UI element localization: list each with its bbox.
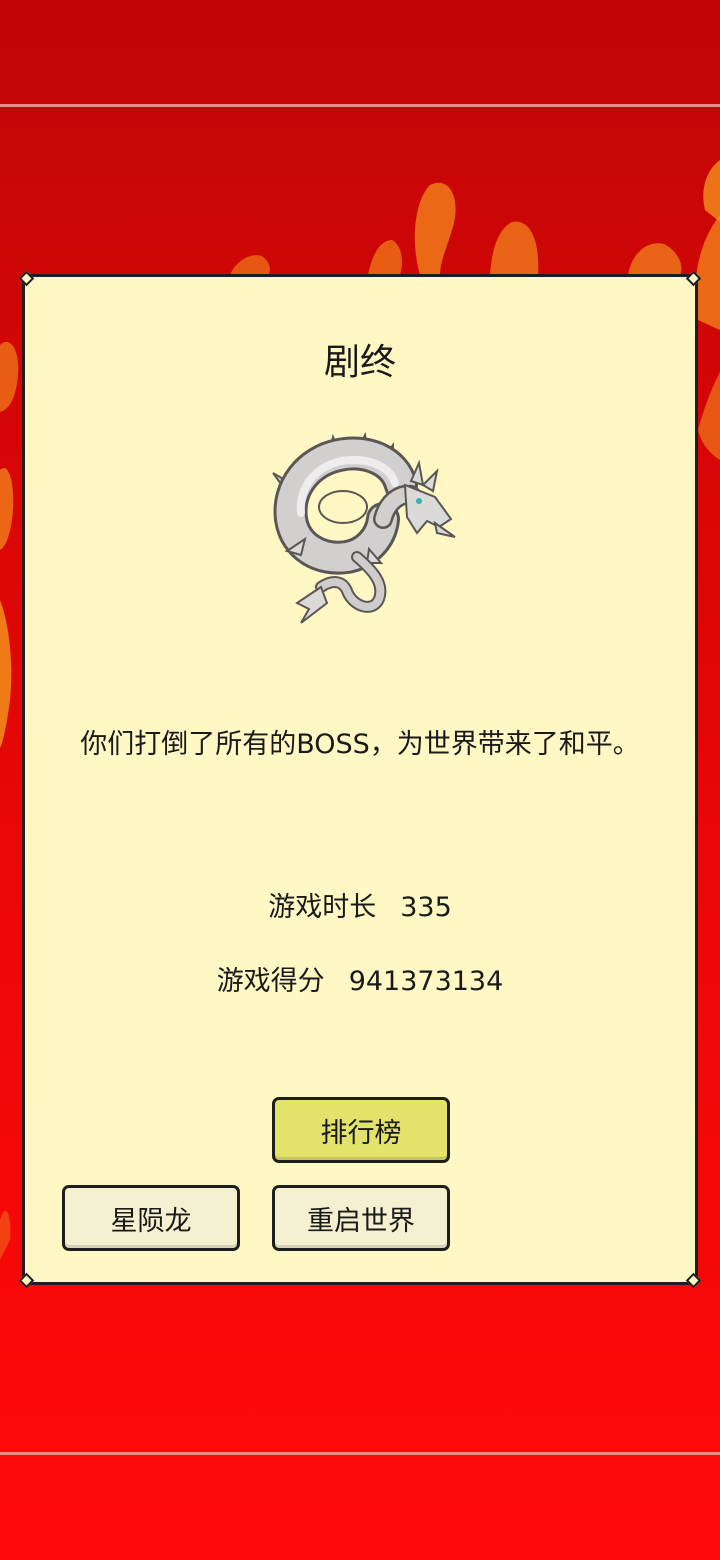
flame-shape bbox=[230, 255, 270, 275]
score-label: 游戏得分 bbox=[216, 966, 325, 997]
dragon-button[interactable]: 星陨龙 bbox=[62, 1185, 240, 1251]
flame-shape bbox=[0, 1210, 11, 1260]
game-screen: 剧终 你们打倒了所有的BOSS，为世界带来了和平。 游戏时长 335 游戏得分 … bbox=[0, 0, 720, 1560]
score-stat: 游戏得分 941373134 bbox=[25, 959, 695, 998]
flame-shape bbox=[0, 468, 14, 550]
play-time-stat: 游戏时长 335 bbox=[25, 885, 695, 924]
leaderboard-button[interactable]: 排行榜 bbox=[272, 1097, 450, 1163]
play-time-value: 335 bbox=[400, 892, 452, 923]
play-time-label: 游戏时长 bbox=[268, 892, 377, 923]
score-value: 941373134 bbox=[348, 966, 504, 997]
game-over-dialog: 剧终 你们打倒了所有的BOSS，为世界带来了和平。 游戏时长 335 游戏得分 … bbox=[18, 270, 702, 1289]
flame-shape bbox=[368, 240, 402, 275]
restart-world-button[interactable]: 重启世界 bbox=[272, 1185, 450, 1251]
flame-shape bbox=[0, 600, 12, 748]
dialog-title: 剧终 bbox=[323, 342, 396, 383]
flame-shape bbox=[703, 160, 720, 222]
flame-shape bbox=[414, 182, 456, 275]
flame-shape bbox=[698, 372, 720, 460]
flame-shape bbox=[490, 221, 539, 275]
flame-shape bbox=[0, 341, 19, 412]
flame-shape bbox=[695, 215, 720, 330]
ending-message: 你们打倒了所有的BOSS，为世界带来了和平。 bbox=[80, 729, 640, 760]
white-dragon-icon bbox=[272, 431, 456, 624]
flame-shape bbox=[628, 243, 682, 275]
